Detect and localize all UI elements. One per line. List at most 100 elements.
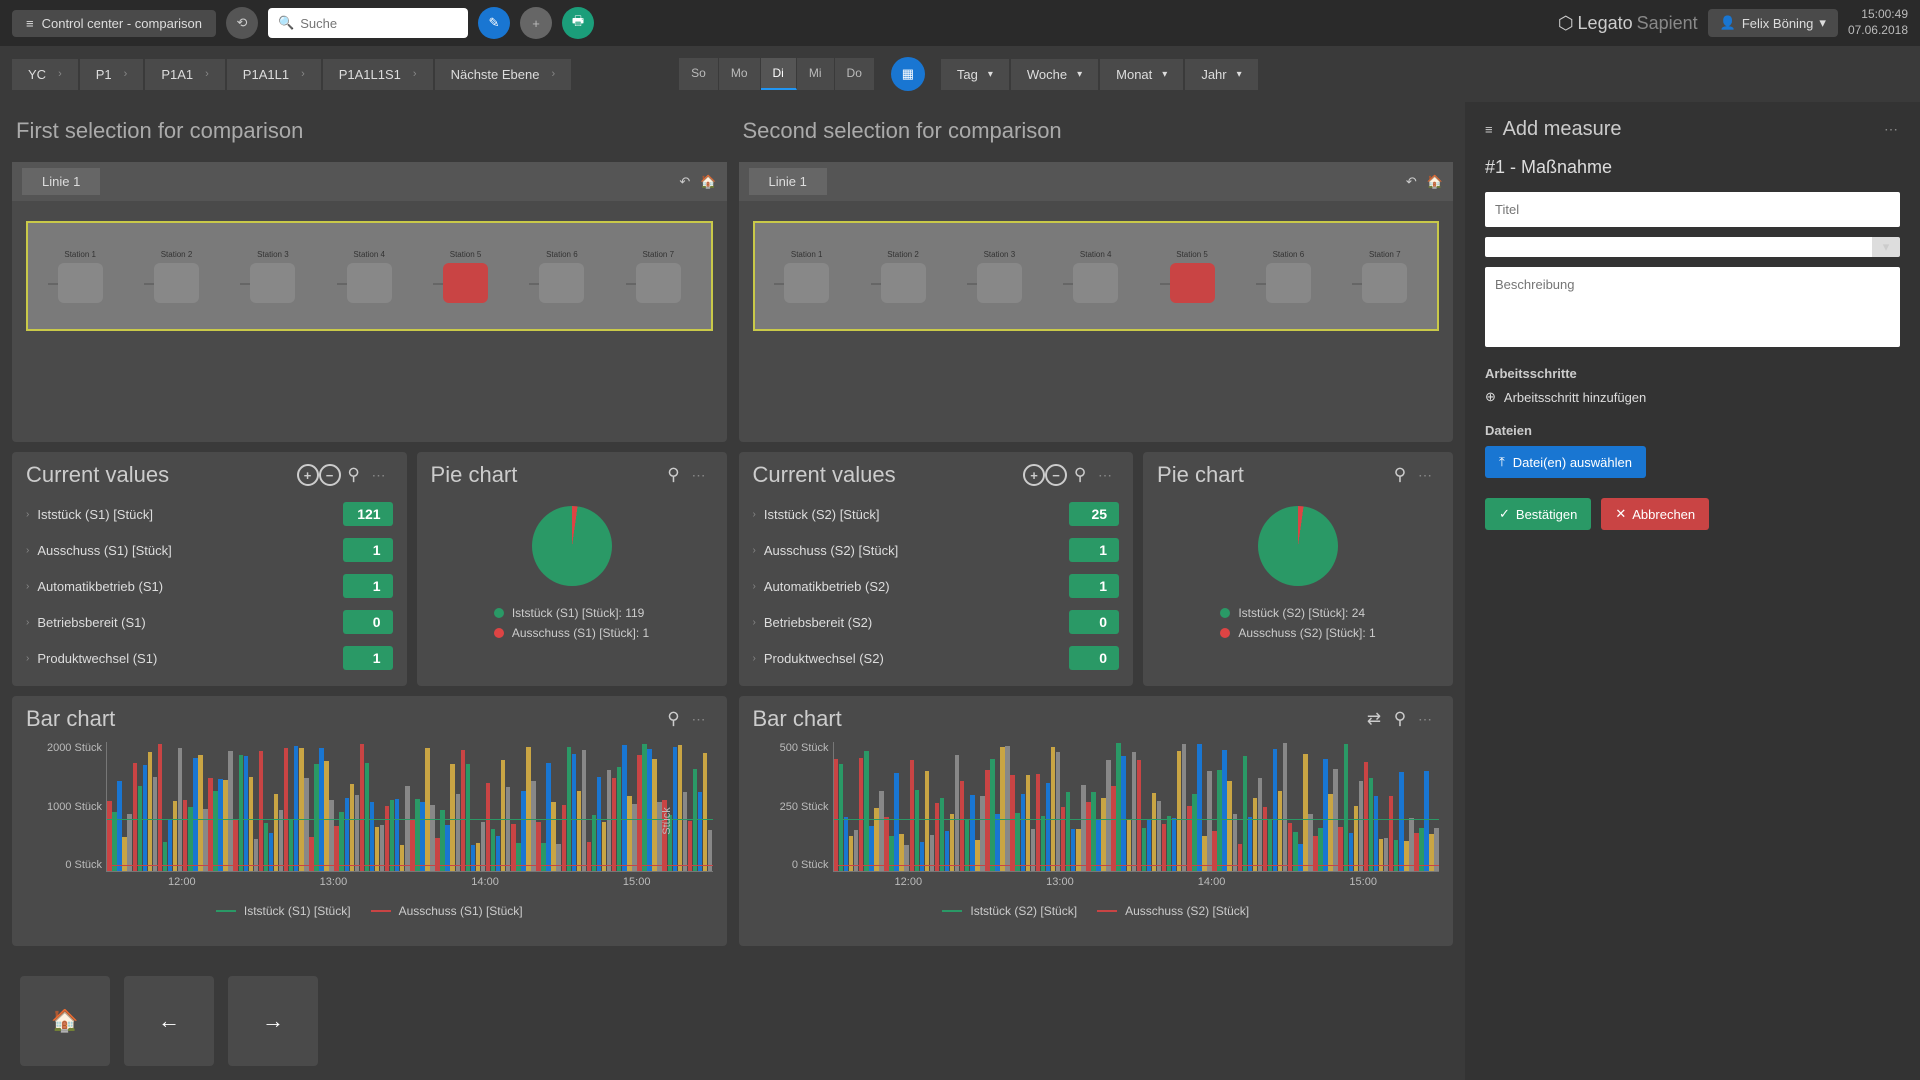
undo-icon[interactable]: ↶ xyxy=(1406,174,1417,190)
line-diagram[interactable]: Station 1Station 2Station 3Station 4Stat… xyxy=(26,221,713,331)
period-item[interactable]: Jahr▾ xyxy=(1185,59,1257,90)
page-title-chip[interactable]: ≡ Control center - comparison xyxy=(12,10,216,37)
print-button[interactable]: 🖶 xyxy=(562,7,594,39)
breadcrumb: YC›P1›P1A1›P1A1L1›P1A1L1S1›Nächste Ebene… xyxy=(12,59,571,90)
arrow-left-icon: ← xyxy=(158,1008,180,1034)
chevron-right-icon: › xyxy=(301,68,305,80)
breadcrumb-item[interactable]: P1› xyxy=(80,59,144,90)
edit-button[interactable]: ✎ xyxy=(478,7,510,39)
day-tab[interactable]: Mi xyxy=(797,58,835,90)
user-menu[interactable]: 👤 Felix Böning ▾ xyxy=(1708,9,1838,37)
filter-icon[interactable]: ⚲ xyxy=(661,462,687,488)
value-badge: 25 xyxy=(1069,502,1119,526)
filter-icon[interactable]: ⚲ xyxy=(661,706,687,732)
day-tab[interactable]: Do xyxy=(835,58,875,90)
legend-item: Iststück (S1) [Stück]: 119 xyxy=(494,606,649,620)
value-row[interactable]: ›Betriebsbereit (S1)0 xyxy=(26,604,393,640)
category-select[interactable]: ▾ xyxy=(1485,237,1900,257)
confirm-button[interactable]: ✓ Bestätigen xyxy=(1485,498,1591,530)
calendar-button[interactable]: ▦ xyxy=(891,57,925,91)
line-tab[interactable]: Linie 1 xyxy=(749,168,827,195)
minus-icon[interactable]: − xyxy=(1045,464,1067,486)
plus-icon[interactable]: + xyxy=(1023,464,1045,486)
station-node[interactable] xyxy=(250,263,295,303)
station-node[interactable] xyxy=(154,263,199,303)
more-icon[interactable]: ⋯ xyxy=(367,462,393,488)
day-tab[interactable]: So xyxy=(679,58,719,90)
pie-chart-card: Pie chart⚲⋯Iststück (S2) [Stück]: 24Auss… xyxy=(1143,452,1453,686)
period-item[interactable]: Tag▾ xyxy=(941,59,1009,90)
station-node[interactable] xyxy=(1073,263,1118,303)
choose-files-button[interactable]: ⤒ Datei(en) auswählen xyxy=(1485,446,1646,478)
chevron-down-icon[interactable]: ▾ xyxy=(1872,237,1900,257)
station-node[interactable] xyxy=(347,263,392,303)
value-row[interactable]: ›Betriebsbereit (S2)0 xyxy=(753,604,1120,640)
line-diagram[interactable]: Station 1Station 2Station 3Station 4Stat… xyxy=(753,221,1440,331)
refresh-button[interactable]: ⟲ xyxy=(226,7,258,39)
description-input[interactable] xyxy=(1485,267,1900,347)
period-item[interactable]: Monat▾ xyxy=(1100,59,1183,90)
breadcrumb-item[interactable]: YC› xyxy=(12,59,78,90)
value-row[interactable]: ›Iststück (S1) [Stück]121 xyxy=(26,496,393,532)
more-icon[interactable]: ⋯ xyxy=(687,462,713,488)
station-node[interactable] xyxy=(784,263,829,303)
value-row[interactable]: ›Automatikbetrieb (S1)1 xyxy=(26,568,393,604)
station-node[interactable] xyxy=(881,263,926,303)
card-title: Bar chart xyxy=(26,706,661,732)
station-node[interactable] xyxy=(977,263,1022,303)
breadcrumb-item[interactable]: Nächste Ebene› xyxy=(435,59,572,90)
breadcrumb-item[interactable]: P1A1› xyxy=(145,59,224,90)
value-badge: 1 xyxy=(1069,538,1119,562)
filter-icon[interactable]: ⚲ xyxy=(1387,462,1413,488)
collapse-icon[interactable]: ≡ xyxy=(1485,122,1493,137)
day-tab[interactable]: Di xyxy=(761,58,797,90)
undo-icon[interactable]: ↶ xyxy=(679,174,690,190)
line-diagram-card: Linie 1 ↶ 🏠 Station 1Station 2Station 3Stat… xyxy=(739,162,1454,442)
station-node[interactable] xyxy=(636,263,681,303)
period-item[interactable]: Woche▾ xyxy=(1011,59,1098,90)
more-icon[interactable]: ⋯ xyxy=(1413,462,1439,488)
station-node[interactable] xyxy=(1362,263,1407,303)
station-node[interactable] xyxy=(443,263,488,303)
filter-icon[interactable]: ⚲ xyxy=(1067,462,1093,488)
value-row[interactable]: ›Ausschuss (S1) [Stück]1 xyxy=(26,532,393,568)
value-row[interactable]: ›Ausschuss (S2) [Stück]1 xyxy=(753,532,1120,568)
more-icon[interactable]: ⋯ xyxy=(1093,462,1119,488)
filter-icon[interactable]: ⚲ xyxy=(1387,706,1413,732)
more-icon[interactable]: ⋯ xyxy=(1413,706,1439,732)
filter-icon[interactable]: ⚲ xyxy=(341,462,367,488)
station-node[interactable] xyxy=(1266,263,1311,303)
search-input[interactable] xyxy=(300,16,458,31)
value-row[interactable]: ›Produktwechsel (S1)1 xyxy=(26,640,393,676)
minus-icon[interactable]: − xyxy=(319,464,341,486)
swap-icon[interactable]: ⇄ xyxy=(1361,706,1387,732)
chevron-right-icon: › xyxy=(26,617,29,628)
line-tab[interactable]: Linie 1 xyxy=(22,168,100,195)
plus-icon[interactable]: + xyxy=(297,464,319,486)
measure-title-input[interactable] xyxy=(1485,192,1900,227)
nav-forward-button[interactable]: → xyxy=(228,976,318,1066)
value-row[interactable]: ›Iststück (S2) [Stück]25 xyxy=(753,496,1120,532)
breadcrumb-item[interactable]: P1A1L1S1› xyxy=(323,59,433,90)
value-row[interactable]: ›Automatikbetrieb (S2)1 xyxy=(753,568,1120,604)
search-box[interactable]: 🔍 xyxy=(268,8,468,38)
cancel-button[interactable]: ✕ Abbrechen xyxy=(1601,498,1709,530)
nav-back-button[interactable]: ← xyxy=(124,976,214,1066)
chevron-right-icon: › xyxy=(205,68,209,80)
value-row[interactable]: ›Produktwechsel (S2)0 xyxy=(753,640,1120,676)
station-node[interactable] xyxy=(539,263,584,303)
home-icon[interactable]: 🏠 xyxy=(700,174,716,190)
station-node[interactable] xyxy=(1170,263,1215,303)
legend-item: Iststück (S2) [Stück]: 24 xyxy=(1220,606,1375,620)
side-more-icon[interactable]: ⋯ xyxy=(1884,121,1900,138)
breadcrumb-item[interactable]: P1A1L1› xyxy=(227,59,321,90)
nav-home-button[interactable]: 🏠 xyxy=(20,976,110,1066)
card-title: Bar chart xyxy=(753,706,1362,732)
add-button[interactable]: + xyxy=(520,7,552,39)
day-tab[interactable]: Mo xyxy=(719,58,761,90)
add-step-button[interactable]: ⊕ Arbeitsschritt hinzufügen xyxy=(1485,389,1900,405)
page-title: Control center - comparison xyxy=(42,16,202,31)
station-node[interactable] xyxy=(58,263,103,303)
more-icon[interactable]: ⋯ xyxy=(687,706,713,732)
home-icon[interactable]: 🏠 xyxy=(1427,174,1443,190)
